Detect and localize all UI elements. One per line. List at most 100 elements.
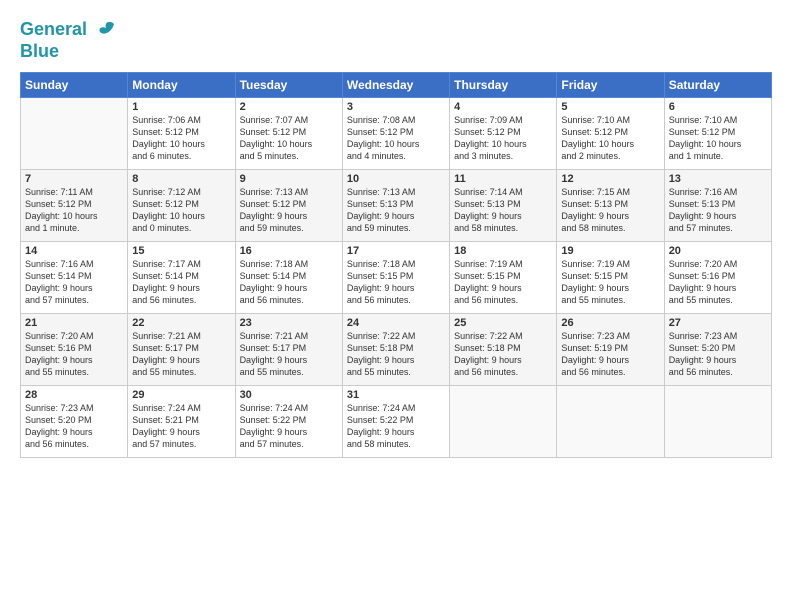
day-info: Sunrise: 7:20 AM Sunset: 5:16 PM Dayligh… [25,330,123,379]
day-info: Sunrise: 7:15 AM Sunset: 5:13 PM Dayligh… [561,186,659,235]
week-row-1: 1Sunrise: 7:06 AM Sunset: 5:12 PM Daylig… [21,97,772,169]
day-number: 25 [454,317,552,329]
day-number: 2 [240,101,338,113]
day-number: 26 [561,317,659,329]
day-info: Sunrise: 7:06 AM Sunset: 5:12 PM Dayligh… [132,114,230,163]
weekday-header-friday: Friday [557,72,664,97]
day-number: 12 [561,173,659,185]
day-number: 30 [240,389,338,401]
weekday-header-tuesday: Tuesday [235,72,342,97]
calendar-cell: 11Sunrise: 7:14 AM Sunset: 5:13 PM Dayli… [450,169,557,241]
week-row-3: 14Sunrise: 7:16 AM Sunset: 5:14 PM Dayli… [21,241,772,313]
day-info: Sunrise: 7:10 AM Sunset: 5:12 PM Dayligh… [561,114,659,163]
calendar-cell: 6Sunrise: 7:10 AM Sunset: 5:12 PM Daylig… [664,97,771,169]
day-info: Sunrise: 7:16 AM Sunset: 5:13 PM Dayligh… [669,186,767,235]
day-info: Sunrise: 7:23 AM Sunset: 5:20 PM Dayligh… [25,402,123,451]
weekday-header-thursday: Thursday [450,72,557,97]
day-info: Sunrise: 7:18 AM Sunset: 5:15 PM Dayligh… [347,258,445,307]
day-number: 21 [25,317,123,329]
day-info: Sunrise: 7:24 AM Sunset: 5:22 PM Dayligh… [347,402,445,451]
calendar-cell: 1Sunrise: 7:06 AM Sunset: 5:12 PM Daylig… [128,97,235,169]
calendar-table: SundayMondayTuesdayWednesdayThursdayFrid… [20,72,772,458]
calendar-cell: 17Sunrise: 7:18 AM Sunset: 5:15 PM Dayli… [342,241,449,313]
calendar-cell: 27Sunrise: 7:23 AM Sunset: 5:20 PM Dayli… [664,313,771,385]
day-info: Sunrise: 7:24 AM Sunset: 5:21 PM Dayligh… [132,402,230,451]
day-number: 31 [347,389,445,401]
calendar-cell: 12Sunrise: 7:15 AM Sunset: 5:13 PM Dayli… [557,169,664,241]
day-info: Sunrise: 7:19 AM Sunset: 5:15 PM Dayligh… [454,258,552,307]
day-info: Sunrise: 7:21 AM Sunset: 5:17 PM Dayligh… [132,330,230,379]
calendar-cell: 24Sunrise: 7:22 AM Sunset: 5:18 PM Dayli… [342,313,449,385]
day-number: 13 [669,173,767,185]
logo-blue: Blue [20,42,118,62]
day-number: 7 [25,173,123,185]
calendar-cell [557,385,664,457]
logo: General Blue [20,18,118,62]
page: General Blue SundayMondayTuesdayWednesda… [0,0,792,612]
calendar-cell [21,97,128,169]
day-info: Sunrise: 7:13 AM Sunset: 5:13 PM Dayligh… [347,186,445,235]
day-number: 19 [561,245,659,257]
day-info: Sunrise: 7:10 AM Sunset: 5:12 PM Dayligh… [669,114,767,163]
header: General Blue [20,18,772,62]
day-info: Sunrise: 7:19 AM Sunset: 5:15 PM Dayligh… [561,258,659,307]
calendar-cell: 22Sunrise: 7:21 AM Sunset: 5:17 PM Dayli… [128,313,235,385]
logo-text: General [20,18,118,42]
calendar-cell [450,385,557,457]
calendar-cell: 15Sunrise: 7:17 AM Sunset: 5:14 PM Dayli… [128,241,235,313]
weekday-header-row: SundayMondayTuesdayWednesdayThursdayFrid… [21,72,772,97]
calendar-cell: 3Sunrise: 7:08 AM Sunset: 5:12 PM Daylig… [342,97,449,169]
day-number: 18 [454,245,552,257]
day-number: 22 [132,317,230,329]
day-info: Sunrise: 7:24 AM Sunset: 5:22 PM Dayligh… [240,402,338,451]
calendar-cell: 30Sunrise: 7:24 AM Sunset: 5:22 PM Dayli… [235,385,342,457]
calendar-cell: 10Sunrise: 7:13 AM Sunset: 5:13 PM Dayli… [342,169,449,241]
day-number: 14 [25,245,123,257]
calendar-cell: 20Sunrise: 7:20 AM Sunset: 5:16 PM Dayli… [664,241,771,313]
day-number: 4 [454,101,552,113]
day-info: Sunrise: 7:09 AM Sunset: 5:12 PM Dayligh… [454,114,552,163]
day-number: 28 [25,389,123,401]
logo-general: General [20,19,87,39]
calendar-cell: 29Sunrise: 7:24 AM Sunset: 5:21 PM Dayli… [128,385,235,457]
week-row-5: 28Sunrise: 7:23 AM Sunset: 5:20 PM Dayli… [21,385,772,457]
day-number: 11 [454,173,552,185]
day-number: 8 [132,173,230,185]
day-number: 20 [669,245,767,257]
day-number: 15 [132,245,230,257]
weekday-header-saturday: Saturday [664,72,771,97]
calendar-cell: 26Sunrise: 7:23 AM Sunset: 5:19 PM Dayli… [557,313,664,385]
weekday-header-sunday: Sunday [21,72,128,97]
day-number: 6 [669,101,767,113]
calendar-cell: 19Sunrise: 7:19 AM Sunset: 5:15 PM Dayli… [557,241,664,313]
day-number: 24 [347,317,445,329]
calendar-cell: 8Sunrise: 7:12 AM Sunset: 5:12 PM Daylig… [128,169,235,241]
day-info: Sunrise: 7:08 AM Sunset: 5:12 PM Dayligh… [347,114,445,163]
day-number: 16 [240,245,338,257]
weekday-header-monday: Monday [128,72,235,97]
calendar-cell: 14Sunrise: 7:16 AM Sunset: 5:14 PM Dayli… [21,241,128,313]
day-info: Sunrise: 7:17 AM Sunset: 5:14 PM Dayligh… [132,258,230,307]
day-info: Sunrise: 7:13 AM Sunset: 5:12 PM Dayligh… [240,186,338,235]
calendar-cell: 2Sunrise: 7:07 AM Sunset: 5:12 PM Daylig… [235,97,342,169]
week-row-4: 21Sunrise: 7:20 AM Sunset: 5:16 PM Dayli… [21,313,772,385]
calendar-cell: 16Sunrise: 7:18 AM Sunset: 5:14 PM Dayli… [235,241,342,313]
day-number: 9 [240,173,338,185]
day-info: Sunrise: 7:16 AM Sunset: 5:14 PM Dayligh… [25,258,123,307]
day-number: 29 [132,389,230,401]
calendar-cell: 7Sunrise: 7:11 AM Sunset: 5:12 PM Daylig… [21,169,128,241]
calendar-cell [664,385,771,457]
calendar-cell: 25Sunrise: 7:22 AM Sunset: 5:18 PM Dayli… [450,313,557,385]
day-info: Sunrise: 7:07 AM Sunset: 5:12 PM Dayligh… [240,114,338,163]
calendar-cell: 23Sunrise: 7:21 AM Sunset: 5:17 PM Dayli… [235,313,342,385]
calendar-cell: 9Sunrise: 7:13 AM Sunset: 5:12 PM Daylig… [235,169,342,241]
calendar-cell: 18Sunrise: 7:19 AM Sunset: 5:15 PM Dayli… [450,241,557,313]
day-info: Sunrise: 7:22 AM Sunset: 5:18 PM Dayligh… [347,330,445,379]
weekday-header-wednesday: Wednesday [342,72,449,97]
day-info: Sunrise: 7:14 AM Sunset: 5:13 PM Dayligh… [454,186,552,235]
day-number: 3 [347,101,445,113]
day-number: 23 [240,317,338,329]
day-info: Sunrise: 7:18 AM Sunset: 5:14 PM Dayligh… [240,258,338,307]
day-info: Sunrise: 7:12 AM Sunset: 5:12 PM Dayligh… [132,186,230,235]
calendar-cell: 31Sunrise: 7:24 AM Sunset: 5:22 PM Dayli… [342,385,449,457]
